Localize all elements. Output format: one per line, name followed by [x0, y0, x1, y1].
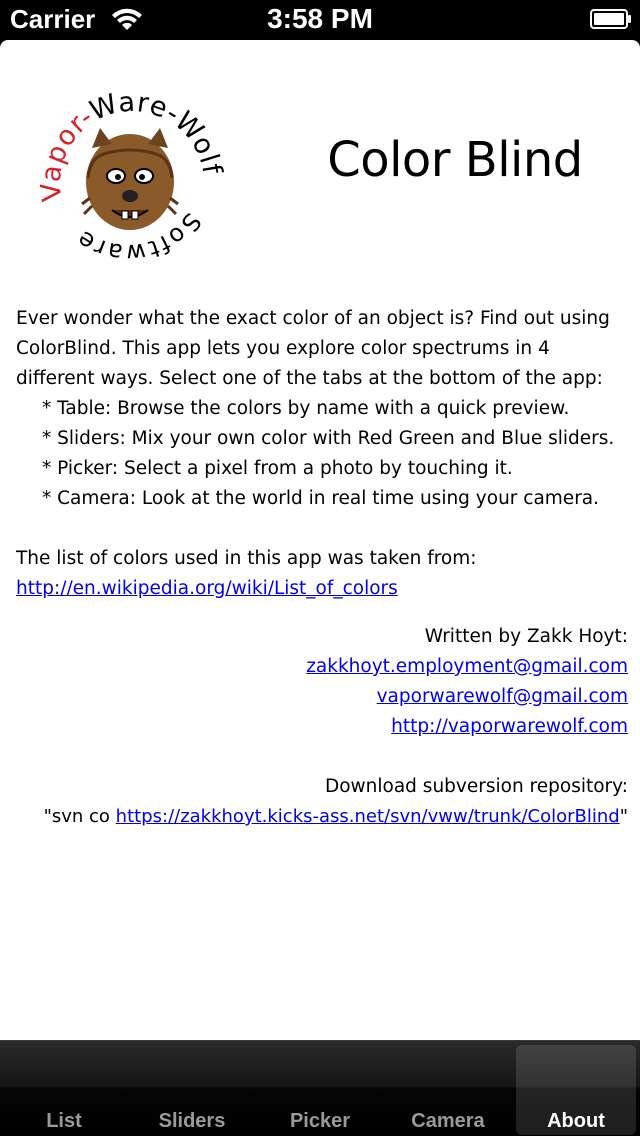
svn-repository-link[interactable]: https://zakkhoyt.kicks-ass.net/svn/vww/t…: [116, 806, 620, 827]
download-label: Download subversion repository:: [324, 776, 628, 797]
svn-prefix: "svn co: [43, 806, 116, 827]
tab-label: Camera: [411, 1110, 485, 1132]
bullet-picker: * Picker: Select a pixel from a photo by…: [42, 458, 513, 479]
svn-command: "svn co https://zakkhoyt.kicks-ass.net/s…: [16, 802, 628, 832]
bullet-sliders: * Sliders: Mix your own color with Red G…: [42, 428, 615, 449]
bullet-camera: * Camera: Look at the world in real time…: [42, 488, 600, 509]
tab-sliders[interactable]: Sliders: [128, 1041, 256, 1136]
app-title: Color Blind: [327, 132, 583, 188]
written-by: Written by Zakk Hoyt:: [424, 626, 628, 647]
wolf-logo: Vapor-Ware-Wolf Software: [35, 87, 226, 268]
tab-bar: List Sliders Picker Camera About: [0, 1040, 640, 1136]
source-text: The list of colors used in this app was …: [16, 548, 477, 569]
tab-picker[interactable]: Picker: [256, 1041, 384, 1136]
svn-suffix: ": [619, 806, 628, 827]
email-link-employment[interactable]: zakkhoyt.employment@gmail.com: [306, 656, 628, 677]
tab-list[interactable]: List: [0, 1041, 128, 1136]
tab-label: Picker: [289, 1110, 351, 1132]
website-link[interactable]: http://vaporwarewolf.com: [391, 716, 628, 737]
tab-label: Sliders: [158, 1110, 226, 1132]
tab-camera[interactable]: Camera: [384, 1041, 512, 1136]
tab-label: List: [46, 1110, 82, 1132]
intro-paragraph: Ever wonder what the exact color of an o…: [16, 308, 610, 389]
status-bar: Carrier 3:58 PM: [0, 0, 640, 40]
email-link-vaporwarewolf[interactable]: vaporwarewolf@gmail.com: [377, 686, 628, 707]
tab-label: About: [547, 1110, 605, 1132]
clock: 3:58 PM: [267, 3, 373, 34]
tab-about[interactable]: About: [516, 1045, 636, 1135]
about-content: Vapor-Ware-Wolf Software Color Blind Eve…: [0, 40, 640, 1040]
credits: Written by Zakk Hoyt: zakkhoyt.employmen…: [16, 622, 628, 802]
bullet-table: * Table: Browse the colors by name with …: [42, 398, 570, 419]
wikipedia-link[interactable]: http://en.wikipedia.org/wiki/List_of_col…: [16, 578, 398, 599]
about-text: Ever wonder what the exact color of an o…: [16, 304, 628, 832]
wolf-head: [81, 128, 179, 230]
battery-icon: [590, 9, 631, 29]
